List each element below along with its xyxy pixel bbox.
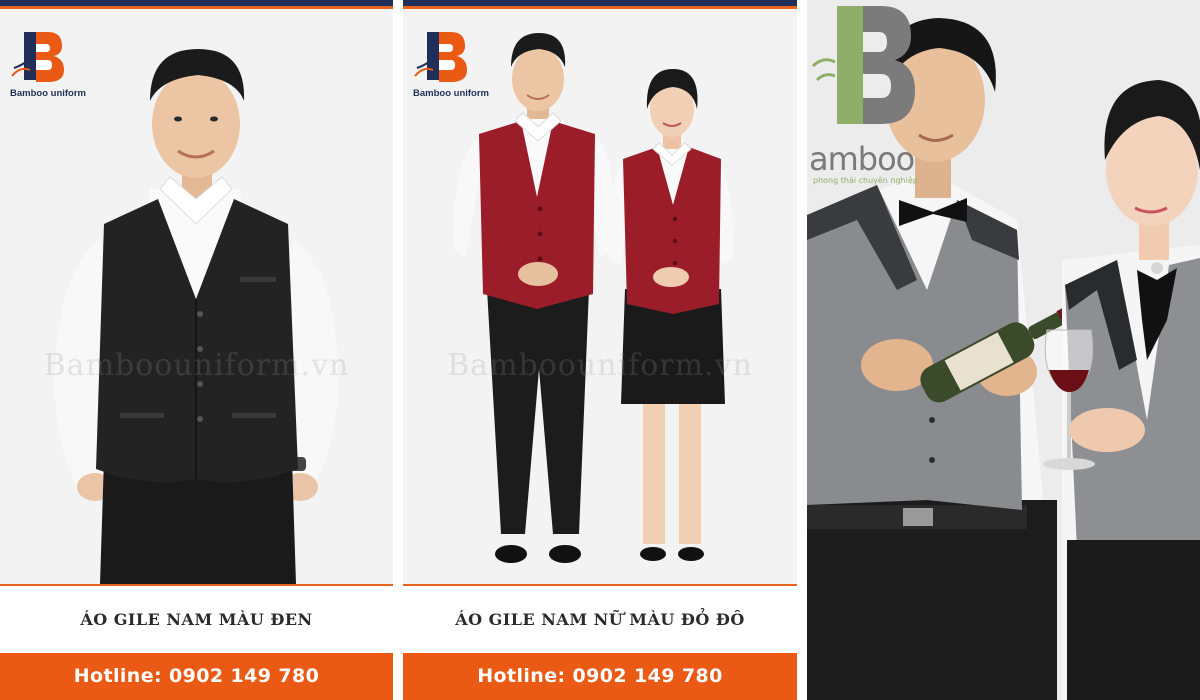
caption-area: ÁO GILE NAM NỮ MÀU ĐỎ ĐÔ [403,584,797,655]
bamboo-b-icon [811,6,915,124]
bamboo-uniform-logo[interactable]: Bamboo uniform [413,26,503,102]
hotline-bar[interactable]: Hotline: 0902 149 780 [0,653,393,700]
logo-wordmark: amboo [809,140,915,178]
hotline-bar[interactable]: Hotline: 0902 149 780 [403,653,797,700]
product-caption: ÁO GILE NAM NỮ MÀU ĐỎ ĐÔ [455,610,745,629]
b-letter-icon [414,32,467,82]
caption-area: ÁO GILE NAM MÀU ĐEN [0,584,393,655]
product-card-burgundy-vest[interactable]: Bamboo uniform Bamboouniform.vn ÁO GILE … [403,0,797,700]
brand-name: Bamboo uniform [413,88,489,99]
hotline-text: Hotline: 0902 149 780 [73,665,320,687]
brand-name: Bamboo uniform [10,88,86,99]
watermark-text: Bamboouniform.vn [43,348,350,383]
watermark-text: Bamboouniform.vn [447,348,753,383]
bamboo-uniform-logo[interactable]: Bamboo uniform [10,26,100,102]
product-card-black-vest[interactable]: Bamboo uniform Bamboouniform.vn ÁO GILE … [0,0,393,700]
product-caption: ÁO GILE NAM MÀU ĐEN [80,610,313,629]
logo-tagline: phong thái chuyên nghiệp [813,176,918,185]
bamboo-logo[interactable]: amboo phong thái chuyên nghiệp [807,0,947,190]
b-letter-icon [11,32,64,82]
photo-card-waiters[interactable]: amboo phong thái chuyên nghiệp [807,0,1200,700]
hotline-text: Hotline: 0902 149 780 [477,665,723,687]
